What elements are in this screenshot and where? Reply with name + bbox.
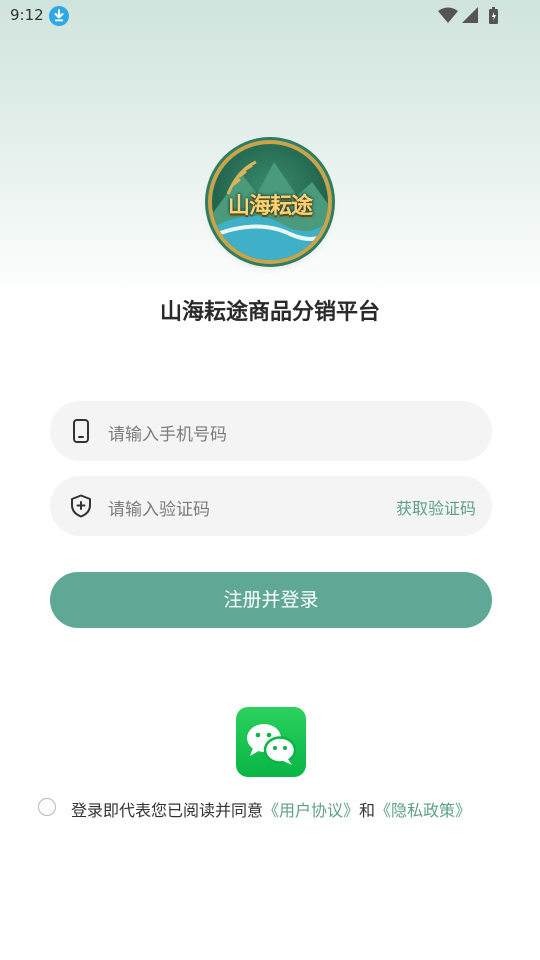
battery-icon [489, 7, 498, 24]
app-logo: 山海耘途 [212, 144, 328, 260]
signal-icon [462, 7, 478, 23]
phone-placeholder: 请输入手机号码 [108, 425, 227, 445]
wechat-login-button[interactable] [236, 707, 306, 777]
status-bar: 9:12 [0, 0, 540, 32]
user-agreement-link[interactable]: 《用户协议》 [263, 801, 359, 820]
shield-icon [70, 494, 92, 518]
verification-code-input[interactable]: 请输入验证码 获取验证码 [50, 476, 492, 536]
status-icons [436, 6, 506, 26]
phone-icon [70, 419, 92, 443]
code-placeholder: 请输入验证码 [108, 500, 210, 520]
get-code-button[interactable]: 获取验证码 [396, 495, 476, 519]
phone-input[interactable]: 请输入手机号码 [50, 401, 492, 461]
logo-text: 山海耘途 [227, 193, 313, 219]
privacy-policy-link[interactable]: 《隐私政策》 [375, 801, 471, 820]
download-icon [49, 6, 69, 26]
agreement-checkbox[interactable] [38, 798, 56, 816]
agreement-conjunction: 和 [359, 801, 376, 820]
register-login-button[interactable]: 注册并登录 [50, 572, 492, 628]
agreement-prefix: 登录即代表您已阅读并同意 [71, 801, 264, 820]
wechat-icon [247, 724, 297, 765]
agreement-text: 登录即代表您已阅读并同意《用户协议》和《隐私政策》 [71, 797, 471, 821]
page-title: 山海耘途商品分销平台 [159, 300, 380, 325]
status-time: 9:12 [10, 6, 44, 24]
agreement-row: 登录即代表您已阅读并同意《用户协议》和《隐私政策》 [38, 796, 518, 820]
wifi-icon [438, 7, 458, 23]
